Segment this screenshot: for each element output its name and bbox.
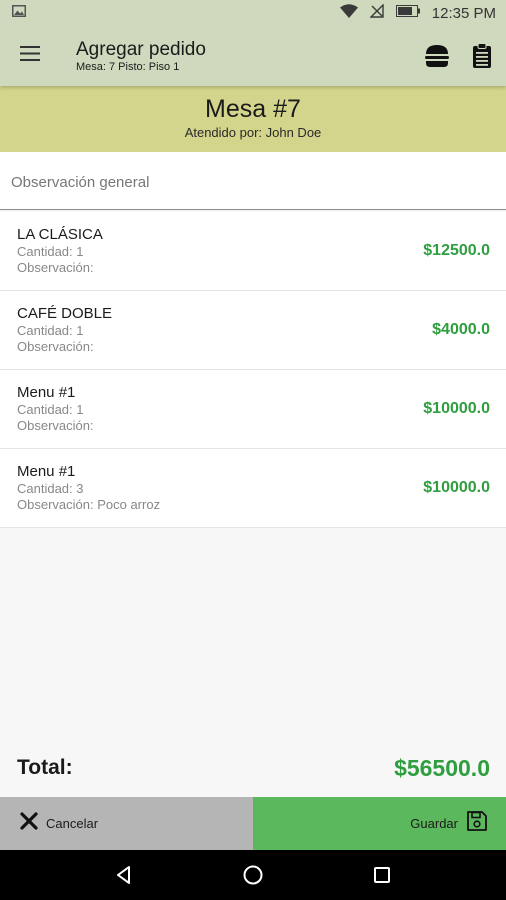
item-name: Menu #1	[17, 463, 76, 480]
item-quantity: Cantidad: 3	[17, 481, 84, 496]
save-label: Guardar	[410, 816, 458, 831]
app-bar: Agregar pedido Mesa: 7 Pisto: Piso 1	[0, 26, 506, 86]
general-observation-field[interactable]	[0, 152, 506, 210]
clipboard-icon	[473, 43, 491, 68]
order-summary-button[interactable]	[472, 43, 492, 69]
home-button[interactable]	[233, 855, 273, 895]
list-item[interactable]: Menu #1 Cantidad: 1 Observación: $10000.…	[0, 370, 506, 449]
item-observation: Observación:	[17, 260, 94, 275]
item-observation: Observación:	[17, 339, 94, 354]
image-notification-icon	[12, 4, 26, 22]
recents-button[interactable]	[362, 855, 402, 895]
item-price: $12500.0	[423, 242, 490, 259]
save-button[interactable]: Guardar	[253, 797, 506, 850]
close-icon	[20, 812, 38, 835]
total-label: Total:	[17, 756, 73, 779]
title-block: Agregar pedido Mesa: 7 Pisto: Piso 1	[60, 39, 424, 73]
system-nav-bar	[0, 850, 506, 900]
recents-icon	[373, 867, 390, 883]
save-icon	[466, 810, 488, 837]
item-quantity: Cantidad: 1	[17, 244, 84, 259]
cancel-button[interactable]: Cancelar	[0, 797, 253, 850]
battery-icon	[395, 4, 420, 22]
menu-button[interactable]	[0, 26, 60, 86]
list-item[interactable]: CAFÉ DOBLE Cantidad: 1 Observación: $400…	[0, 291, 506, 370]
list-item[interactable]: Menu #1 Cantidad: 3 Observación: Poco ar…	[0, 449, 506, 528]
item-price: $10000.0	[423, 479, 490, 496]
page-title: Agregar pedido	[76, 39, 206, 60]
wifi-icon	[339, 3, 358, 23]
burger-icon	[425, 45, 449, 67]
item-price: $4000.0	[432, 321, 490, 338]
list-item[interactable]: LA CLÁSICA Cantidad: 1 Observación: $125…	[0, 212, 506, 291]
status-time: 12:35 PM	[431, 4, 496, 22]
served-by: Atendido por: John Doe	[184, 125, 322, 140]
page-subtitle: Mesa: 7 Pisto: Piso 1	[76, 61, 180, 73]
signal-off-icon	[369, 2, 384, 23]
status-bar: 12:35 PM	[0, 0, 506, 26]
order-items-list: LA CLÁSICA Cantidad: 1 Observación: $125…	[0, 212, 506, 528]
table-banner: Mesa #7 Atendido por: John Doe	[0, 86, 506, 152]
cancel-label: Cancelar	[46, 816, 99, 831]
total-row: Total: $56500.0	[0, 748, 506, 788]
menu-catalog-button[interactable]	[424, 44, 450, 68]
bottom-buttons: Cancelar Guardar	[0, 797, 506, 850]
total-value: $56500.0	[394, 754, 490, 781]
back-icon	[117, 866, 131, 884]
table-title: Mesa #7	[205, 95, 301, 123]
item-observation: Observación: Poco arroz	[17, 497, 161, 512]
item-name: Menu #1	[17, 384, 76, 401]
item-price: $10000.0	[423, 400, 490, 417]
item-observation: Observación:	[17, 418, 94, 433]
item-name: CAFÉ DOBLE	[17, 305, 113, 322]
home-icon	[243, 865, 263, 885]
item-quantity: Cantidad: 1	[17, 323, 84, 338]
item-name: LA CLÁSICA	[17, 226, 103, 243]
menu-icon	[20, 46, 40, 66]
general-observation-input[interactable]	[11, 174, 491, 191]
back-button[interactable]	[104, 855, 144, 895]
item-quantity: Cantidad: 1	[17, 402, 84, 417]
